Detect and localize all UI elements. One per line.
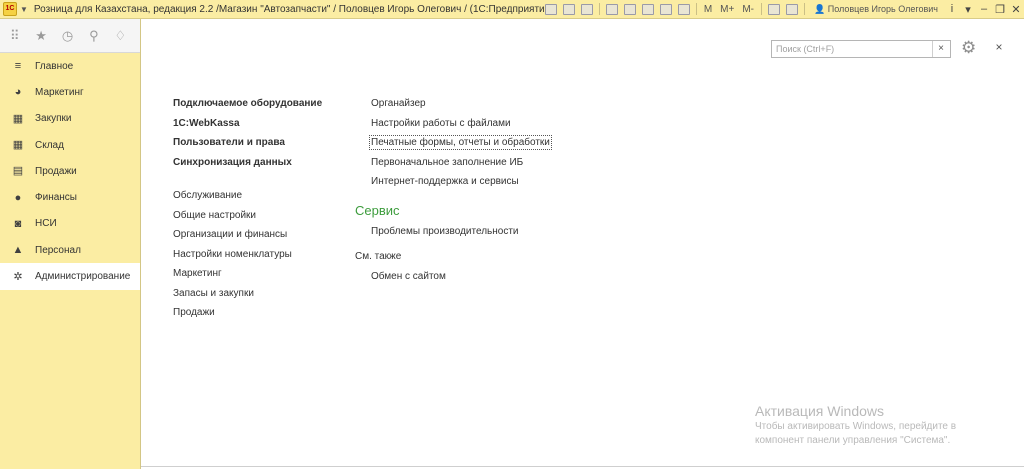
user-name: Половцев Игорь Олегович bbox=[827, 3, 938, 14]
title-bar: 1С ▼ Розница для Казахстана, редакция 2.… bbox=[0, 0, 1024, 19]
admin-links-column-2: Органайзер Настройки работы с файлами Пе… bbox=[355, 94, 555, 287]
basket-icon: ▤ bbox=[12, 165, 24, 178]
info-icon[interactable] bbox=[786, 3, 799, 15]
divider bbox=[141, 466, 1024, 467]
divider bbox=[804, 3, 806, 15]
app-menu-caret-icon[interactable]: ▼ bbox=[20, 5, 28, 14]
close-window-button[interactable]: ✕ bbox=[1008, 3, 1024, 16]
section-title-see-also: См. также bbox=[355, 251, 402, 262]
clear-search-icon[interactable]: × bbox=[932, 41, 949, 57]
coin-icon: ● bbox=[14, 191, 22, 204]
watermark-text: Чтобы активировать Windows, перейдите в … bbox=[755, 421, 957, 446]
sidebar-item-administration[interactable]: ✲ Администрирование bbox=[0, 263, 140, 290]
reference-book-icon: ◙ bbox=[14, 217, 22, 230]
warehouse-icon: ▦ bbox=[12, 139, 24, 152]
link-initial-fill[interactable]: Первоначальное заполнение ИБ bbox=[355, 153, 555, 173]
sidebar-item-label: Главное bbox=[35, 60, 74, 72]
link-maintenance[interactable]: Обслуживание bbox=[173, 186, 343, 206]
admin-links-column-1: Подключаемое оборудование 1С:WebKassa По… bbox=[173, 94, 343, 323]
notification-icon[interactable]: i bbox=[944, 3, 960, 15]
sidebar-item-label: Персонал bbox=[35, 244, 81, 256]
minimize-button[interactable]: – bbox=[976, 3, 992, 15]
link-webkassa[interactable]: 1С:WebKassa bbox=[173, 114, 343, 134]
app-logo-icon[interactable]: 1С bbox=[3, 2, 17, 16]
search-icon[interactable]: ⚲ bbox=[87, 28, 100, 44]
bell-icon[interactable]: ♢ bbox=[114, 28, 127, 44]
dropdown-icon[interactable]: ▾ bbox=[960, 3, 976, 16]
print-icon[interactable] bbox=[562, 3, 575, 15]
sidebar-item-label: Продажи bbox=[35, 165, 77, 177]
title-bar-tools: M M+ M- 👤 Половцев Игорь Олегович i ▾ – … bbox=[542, 0, 1024, 18]
memory-button[interactable]: M bbox=[704, 4, 712, 15]
zoom-icon[interactable] bbox=[768, 3, 781, 15]
link-stock-purchases[interactable]: Запасы и закупки bbox=[173, 284, 343, 304]
star-icon[interactable]: ★ bbox=[34, 28, 47, 44]
sidebar-item-sales[interactable]: ▤ Продажи bbox=[0, 158, 140, 184]
calendar-icon[interactable] bbox=[677, 3, 690, 15]
sidebar-item-label: НСИ bbox=[35, 218, 57, 230]
sidebar-item-finance[interactable]: ● Финансы bbox=[0, 184, 140, 210]
divider bbox=[598, 3, 600, 15]
sidebar-item-main[interactable]: ≡ Главное bbox=[0, 53, 140, 79]
sidebar-toolbar: ⠿ ★ ◷ ⚲ ♢ bbox=[0, 19, 140, 53]
windows-activation-watermark: Активация Windows Чтобы активировать Win… bbox=[755, 403, 995, 448]
sidebar: ⠿ ★ ◷ ⚲ ♢ ≡ Главное ◕ Маркетинг ▦ Закупк… bbox=[0, 19, 141, 469]
main-panel: × ⚙ × Подключаемое оборудование 1С:WebKa… bbox=[141, 19, 1024, 469]
link-organizer[interactable]: Органайзер bbox=[355, 94, 555, 114]
sidebar-item-label: Склад bbox=[35, 139, 64, 151]
link-file-settings[interactable]: Настройки работы с файлами bbox=[355, 114, 555, 134]
sidebar-item-label: Закупки bbox=[35, 113, 72, 125]
compare-icon[interactable] bbox=[641, 3, 654, 15]
sidebar-item-purchases[interactable]: ▦ Закупки bbox=[0, 106, 140, 132]
link-users-and-rights[interactable]: Пользователи и права bbox=[173, 133, 343, 153]
section-title-service: Сервис bbox=[355, 202, 400, 218]
sidebar-item-personnel[interactable]: ▲ Персонал bbox=[0, 237, 140, 263]
list-icon: ≡ bbox=[14, 60, 22, 73]
link-performance-problems[interactable]: Проблемы производительности bbox=[355, 222, 555, 242]
divider bbox=[761, 3, 763, 15]
current-user[interactable]: 👤 Половцев Игорь Олегович bbox=[814, 4, 938, 15]
restore-button[interactable]: ❐ bbox=[992, 3, 1008, 16]
link-print-forms-reports[interactable]: Печатные формы, отчеты и обработки bbox=[355, 133, 555, 153]
person-icon: ▲ bbox=[12, 244, 24, 257]
apps-grid-icon[interactable]: ⠿ bbox=[8, 28, 21, 44]
sidebar-item-label: Финансы bbox=[35, 192, 77, 204]
memory-plus-button[interactable]: M+ bbox=[720, 4, 734, 15]
calculator-icon[interactable] bbox=[659, 3, 672, 15]
sidebar-item-marketing[interactable]: ◕ Маркетинг bbox=[0, 79, 140, 105]
link-label: Печатные формы, отчеты и обработки bbox=[369, 135, 552, 150]
link-data-sync[interactable]: Синхронизация данных bbox=[173, 153, 343, 173]
table-icon[interactable] bbox=[623, 3, 636, 15]
settings-gear-icon[interactable]: ⚙ bbox=[961, 38, 983, 58]
link-marketing[interactable]: Маркетинг bbox=[173, 264, 343, 284]
gear-icon: ✲ bbox=[13, 270, 23, 283]
close-panel-icon[interactable]: × bbox=[993, 40, 1005, 54]
link-site-exchange[interactable]: Обмен с сайтом bbox=[355, 267, 555, 287]
search-input[interactable] bbox=[772, 41, 932, 57]
link-connected-equipment[interactable]: Подключаемое оборудование bbox=[173, 94, 343, 114]
link-general-settings[interactable]: Общие настройки bbox=[173, 206, 343, 226]
link-nomenclature-settings[interactable]: Настройки номенклатуры bbox=[173, 245, 343, 265]
link-icon[interactable] bbox=[605, 3, 618, 15]
window-title: Розница для Казахстана, редакция 2.2 /Ма… bbox=[33, 3, 554, 15]
history-icon[interactable]: ◷ bbox=[61, 28, 74, 44]
pie-chart-icon: ◕ bbox=[14, 86, 22, 99]
preview-icon[interactable] bbox=[580, 3, 593, 15]
link-organizations-finance[interactable]: Организации и финансы bbox=[173, 225, 343, 245]
watermark-title: Активация Windows bbox=[755, 403, 885, 419]
purchases-icon: ▦ bbox=[12, 112, 24, 125]
link-sales[interactable]: Продажи bbox=[173, 303, 343, 323]
search-box: × bbox=[771, 40, 951, 58]
memory-minus-button[interactable]: M- bbox=[742, 4, 754, 15]
sidebar-item-nsi[interactable]: ◙ НСИ bbox=[0, 211, 140, 237]
sidebar-item-label: Администрирование bbox=[35, 271, 131, 283]
save-icon[interactable] bbox=[544, 3, 557, 15]
link-internet-support[interactable]: Интернет-поддержка и сервисы bbox=[355, 172, 555, 192]
sidebar-item-label: Маркетинг bbox=[35, 86, 84, 98]
divider bbox=[695, 3, 697, 15]
sidebar-item-warehouse[interactable]: ▦ Склад bbox=[0, 132, 140, 158]
